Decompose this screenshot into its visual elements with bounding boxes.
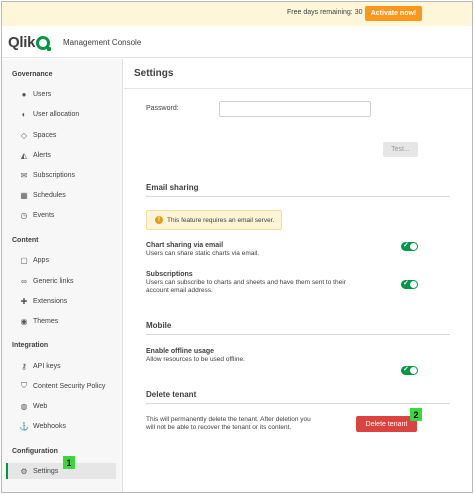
mobile-title: Mobile (146, 321, 172, 330)
sidebar-item-label: Extensions (33, 297, 68, 305)
delete-tenant-desc-line-1: This will permanently delete the tenant.… (146, 416, 311, 423)
email-sharing-divider (146, 196, 450, 197)
sidebar-item-label: Content Security Policy (33, 382, 106, 390)
window: Free days remaining: 30 Activate now! Ql… (1, 1, 473, 493)
delete-tenant-title: Delete tenant (146, 390, 197, 399)
email-server-notice: ! This feature requires an email server. (146, 210, 282, 230)
webhook-icon: ⚓ (19, 421, 29, 431)
sidebar-item-apps[interactable]: ▢ Apps (6, 252, 116, 268)
sidebar-item-label: Generic links (33, 277, 74, 285)
sidebar-item-label: Webhooks (33, 422, 66, 430)
subscriptions-title: Subscriptions (146, 271, 193, 278)
user-icon: ● (21, 89, 27, 99)
marker-2: 2 (410, 408, 422, 421)
sidebar-item-api-keys[interactable]: ⚷ API keys (6, 358, 116, 374)
subscriptions-desc-line-1: Users can subscribe to charts and sheets… (146, 279, 346, 286)
warning-icon: ! (155, 216, 163, 224)
qlik-logo[interactable]: Qlik (8, 34, 52, 51)
sidebar-item-label: Web (33, 402, 48, 410)
sidebar-item-subscriptions[interactable]: ✉ Subscriptions (6, 167, 116, 183)
marker-1: 1 (63, 456, 75, 469)
sidebar-item-web[interactable]: ◍ Web (6, 398, 116, 414)
delete-tenant-desc-line-2: will not be able to recover the tenant o… (146, 424, 292, 431)
sidebar-item-label: Apps (33, 256, 49, 264)
main-header: Settings (124, 59, 472, 89)
sidebar-item-settings[interactable]: ⚙ Settings (6, 463, 116, 479)
chart-sharing-title: Chart sharing via email (146, 242, 224, 249)
gear-icon: ⚙ (20, 466, 28, 476)
email-sharing-title: Email sharing (146, 183, 199, 192)
sidebar-item-label: User allocation (33, 110, 80, 118)
clock-icon: ◷ (20, 210, 28, 220)
user-allocation-icon: ◐ (21, 109, 27, 119)
sidebar-item-user-allocation[interactable]: ◐ User allocation (6, 106, 116, 122)
sidebar-item-label: Spaces (33, 131, 57, 139)
sidebar-item-label: Alerts (33, 151, 51, 159)
palette-icon: ◉ (20, 316, 28, 326)
subscriptions-toggle[interactable] (401, 279, 418, 289)
chart-sharing-desc: Users can share static charts via email. (146, 250, 260, 257)
section-governance: Governance (12, 71, 53, 78)
page-title: Settings (134, 68, 174, 79)
section-integration: Integration (12, 342, 49, 349)
sidebar-item-webhooks[interactable]: ⚓ Webhooks (6, 418, 116, 434)
logo-text: Qlik (8, 34, 36, 51)
activate-now-button[interactable]: Activate now! (365, 6, 422, 21)
free-days-text: Free days remaining: 30 (287, 9, 363, 16)
sidebar-item-label: Subscriptions (33, 171, 76, 179)
sidebar-item-label: Schedules (33, 191, 66, 199)
sidebar-item-spaces[interactable]: ◇ Spaces (6, 127, 116, 143)
console-title: Management Console (63, 38, 142, 47)
sidebar-item-events[interactable]: ◷ Events (6, 207, 116, 223)
sidebar-item-content-security-policy[interactable]: ⛉ Content Security Policy (6, 378, 116, 394)
delete-tenant-divider (146, 403, 450, 404)
sidebar-item-generic-links[interactable]: ∞ Generic links (6, 273, 116, 289)
sidebar-item-label: API keys (33, 362, 61, 370)
offline-usage-desc: Allow resources to be used offline. (146, 356, 245, 363)
mobile-divider (146, 334, 450, 335)
shield-icon: ⛉ (21, 381, 27, 390)
test-button[interactable]: Test... (383, 142, 418, 157)
settings-content: Password: Test... Email sharing ! This f… (124, 90, 472, 492)
sidebar: Governance ● Users ◐ User allocation ◇ Spac… (2, 59, 123, 492)
section-configuration: Configuration (12, 448, 58, 455)
spaces-icon: ◇ (20, 130, 28, 140)
sidebar-item-label: Themes (33, 317, 59, 325)
sidebar-item-label: Settings (33, 467, 59, 475)
calendar-icon: ▦ (20, 190, 28, 200)
key-icon: ⚷ (21, 361, 27, 371)
password-input[interactable] (219, 101, 371, 117)
qlik-q-icon (36, 35, 52, 51)
sidebar-item-label: Users (33, 90, 52, 98)
trial-banner: Free days remaining: 30 Activate now! (2, 2, 472, 26)
section-content: Content (12, 237, 39, 244)
sidebar-item-schedules[interactable]: ▦ Schedules (6, 187, 116, 203)
envelope-icon: ✉ (20, 170, 28, 180)
password-label: Password: (146, 105, 179, 112)
delete-tenant-button[interactable]: Delete tenant (356, 416, 417, 432)
sidebar-item-users[interactable]: ● Users (6, 86, 116, 102)
sidebar-item-label: Events (33, 211, 55, 219)
puzzle-icon: ✚ (20, 296, 28, 306)
offline-usage-toggle[interactable] (401, 365, 418, 375)
sidebar-item-extensions[interactable]: ✚ Extensions (6, 293, 116, 309)
top-bar: Qlik Management Console (2, 26, 472, 58)
offline-usage-title: Enable offline usage (146, 348, 215, 355)
apps-icon: ▢ (20, 255, 28, 265)
sidebar-item-themes[interactable]: ◉ Themes (6, 313, 116, 329)
notice-text: This feature requires an email server. (167, 216, 275, 224)
alerts-icon: ◭ (20, 150, 28, 160)
link-icon: ∞ (21, 276, 27, 286)
globe-icon: ◍ (20, 401, 28, 411)
subscriptions-desc-line-2: account email address. (146, 287, 213, 294)
chart-sharing-toggle[interactable] (401, 241, 418, 251)
sidebar-item-alerts[interactable]: ◭ Alerts (6, 147, 116, 163)
